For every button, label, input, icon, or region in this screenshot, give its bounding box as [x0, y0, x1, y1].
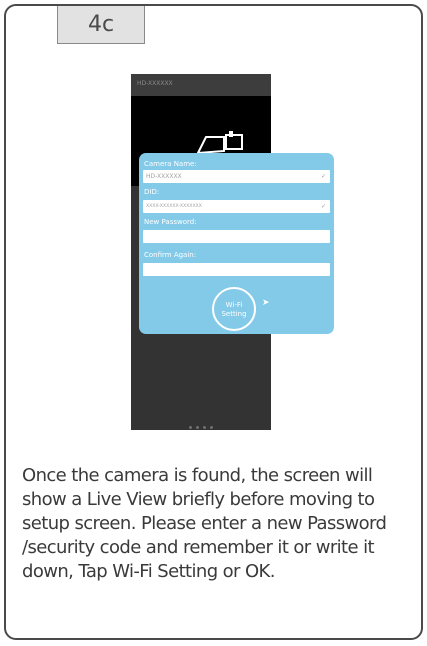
page-dot	[203, 426, 206, 429]
instruction-text: Once the camera is found, the screen wil…	[22, 465, 387, 582]
page-dot	[210, 426, 213, 429]
phone-title-bar: HD-XXXXXX	[131, 74, 271, 96]
did-value: XXXX-XXXXXX-XXXXXXX	[146, 204, 202, 209]
page-dot	[189, 426, 192, 429]
confirm-again-label: Confirm Again:	[144, 251, 197, 259]
new-password-label: New Password:	[144, 218, 197, 226]
did-field[interactable]: XXXX-XXXXXX-XXXXXXX ✓	[143, 200, 330, 213]
camera-name-field[interactable]: HD-XXXXXX ✓	[143, 170, 330, 183]
camera-setup-dialog: Camera Name: HD-XXXXXX ✓ DID: XXXX-XXXXX…	[139, 153, 334, 334]
camera-name-label: Camera Name:	[144, 160, 197, 168]
arrow-right-icon: ➤	[262, 298, 270, 308]
wifi-setting-button[interactable]: Wi-Fi Setting	[212, 287, 256, 331]
check-icon: ✓	[320, 203, 326, 210]
check-icon: ✓	[320, 173, 326, 180]
wifi-button-line2: Setting	[221, 310, 247, 318]
new-password-field[interactable]	[143, 230, 330, 243]
phone-title: HD-XXXXXX	[137, 80, 173, 87]
step-label: 4c	[57, 6, 145, 44]
wifi-button-line1: Wi-Fi	[225, 301, 243, 309]
page-indicator	[131, 414, 271, 430]
camera-name-value: HD-XXXXXX	[146, 173, 182, 180]
confirm-again-field[interactable]	[143, 263, 330, 276]
instruction-card: 4c HD-XXXXXX Camera Name: HD-XXXXXX ✓ DI…	[4, 4, 423, 640]
did-label: DID:	[144, 188, 160, 196]
page-dot	[196, 426, 199, 429]
